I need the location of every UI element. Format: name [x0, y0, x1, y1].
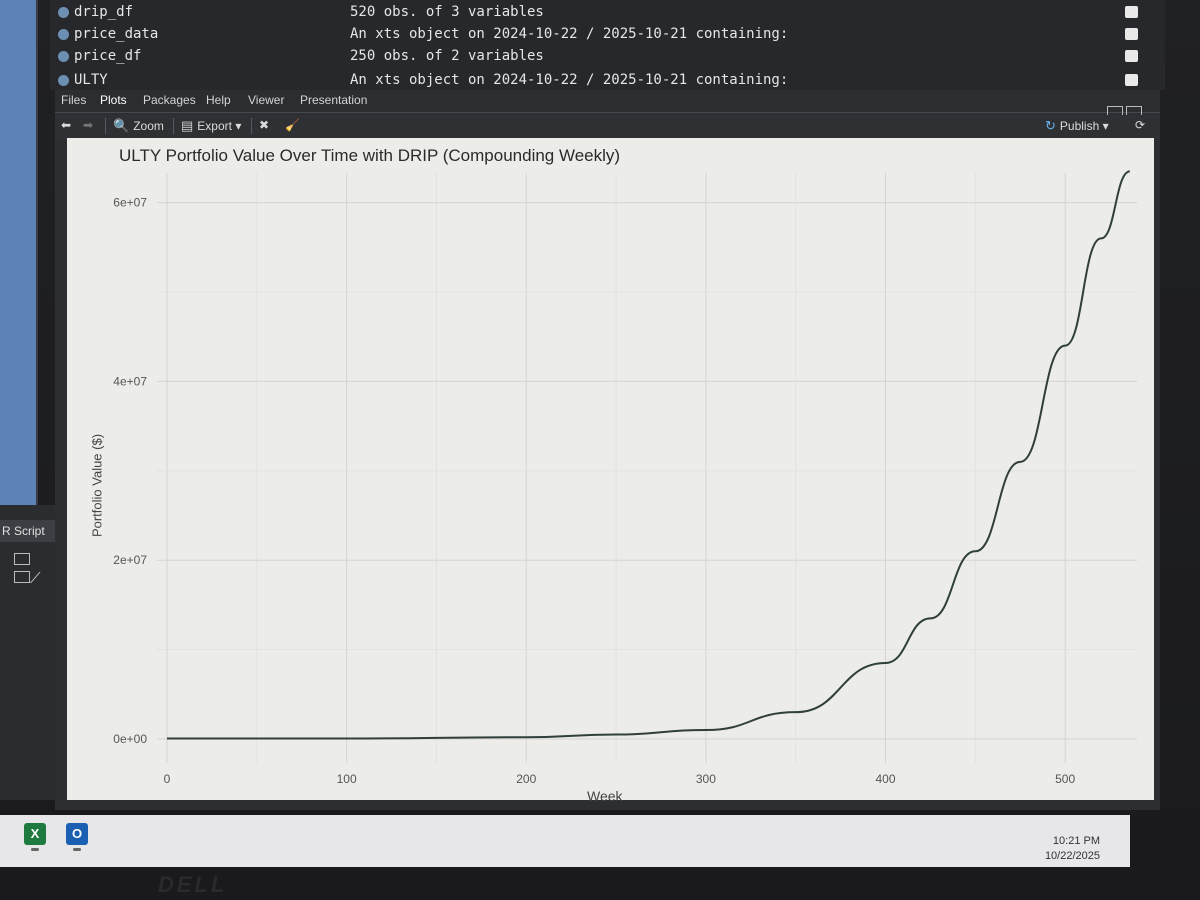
env-row[interactable]: ULTY An xts object on 2024-10-22 / 2025-… [50, 70, 1165, 90]
x-axis-label: Week [587, 788, 623, 804]
left-editor-pane [0, 0, 38, 505]
tab-help[interactable]: Help [206, 93, 231, 107]
broom-icon[interactable]: 🧹 [285, 118, 300, 132]
plots-pane: Files Plots Packages Help Viewer Present… [55, 90, 1160, 810]
y-tick-label: 6e+07 [113, 196, 147, 210]
magnifier-icon: 🔍 [113, 118, 130, 133]
expand-icon[interactable] [58, 7, 69, 18]
export-button[interactable]: ▤ Export ▾ [181, 118, 241, 134]
x-tick-label: 100 [337, 772, 357, 786]
y-tick-label: 0e+00 [113, 732, 147, 746]
line-chart: 0 100 200 300 400 500 0e+00 2e+07 4e+07 6e+07 [113, 170, 1137, 786]
expand-icon[interactable] [58, 75, 69, 86]
x-tick-label: 400 [876, 772, 896, 786]
grid-icon[interactable] [1125, 6, 1138, 18]
env-name: ULTY [74, 72, 108, 88]
x-tick-label: 500 [1055, 772, 1075, 786]
environment-pane: drip_df 520 obs. of 3 variables price_da… [50, 0, 1165, 90]
env-row[interactable]: drip_df 520 obs. of 3 variables [50, 2, 1165, 24]
maximize-icon[interactable] [14, 571, 30, 583]
tab-packages[interactable]: Packages [143, 93, 196, 107]
y-axis-label: Portfolio Value ($) [89, 433, 105, 538]
series-line [166, 170, 1131, 740]
tab-plots[interactable]: Plots [100, 93, 127, 107]
excel-icon[interactable]: X [24, 823, 46, 845]
forward-arrow-icon[interactable]: ➡ [83, 118, 93, 132]
clock-date[interactable]: 10/22/2025 [1045, 850, 1100, 862]
zoom-button[interactable]: 🔍 Zoom [113, 118, 164, 134]
env-name: price_df [74, 48, 142, 64]
x-tick-label: 200 [516, 772, 536, 786]
tab-viewer[interactable]: Viewer [248, 93, 284, 107]
taskbar: X O 10:21 PM 10/22/2025 [0, 815, 1130, 867]
remove-plot-icon[interactable]: ✖ [259, 118, 269, 132]
publish-label: Publish [1059, 119, 1100, 133]
plots-toolbar: ⬅ ➡ 🔍 Zoom ▤ Export ▾ ✖ 🧹 ↻ Publish ▾ ⟳ [55, 115, 1160, 139]
tab-files[interactable]: Files [61, 93, 86, 107]
brush-icon[interactable]: ⟋ [30, 570, 41, 587]
expand-icon[interactable] [58, 51, 69, 62]
left-window-buttons[interactable] [14, 552, 48, 583]
y-tick-label: 2e+07 [113, 553, 147, 567]
tab-presentation[interactable]: Presentation [300, 93, 367, 107]
expand-icon[interactable] [58, 29, 69, 40]
refresh-icon[interactable]: ⟳ [1135, 118, 1145, 132]
export-label: Export [197, 119, 232, 133]
env-name: drip_df [74, 4, 134, 20]
grid-icon[interactable] [1125, 74, 1138, 86]
grid-icon[interactable] [1125, 50, 1138, 62]
x-tick-label: 0 [164, 772, 171, 786]
clock-time[interactable]: 10:21 PM [1053, 835, 1100, 847]
pane-tab-bar: Files Plots Packages Help Viewer Present… [55, 90, 1160, 113]
publish-button[interactable]: ↻ Publish ▾ [1045, 118, 1109, 134]
publish-icon: ↻ [1045, 118, 1056, 133]
export-icon: ▤ [181, 118, 194, 133]
back-arrow-icon[interactable]: ⬅ [61, 118, 71, 132]
env-value: 250 obs. of 2 variables [350, 48, 544, 64]
env-value: An xts object on 2024-10-22 / 2025-10-21… [350, 72, 789, 88]
plot-canvas: 0 100 200 300 400 500 0e+00 2e+07 4e+07 6e+07 ULT… [67, 138, 1154, 804]
zoom-label: Zoom [133, 119, 164, 133]
y-tick-label: 4e+07 [113, 374, 147, 388]
r-script-label[interactable]: R Script [0, 520, 55, 542]
left-lower-pane [0, 505, 55, 800]
env-row[interactable]: price_data An xts object on 2024-10-22 /… [50, 24, 1165, 46]
chart-title: ULTY Portfolio Value Over Time with DRIP… [119, 146, 621, 165]
outlook-icon[interactable]: O [66, 823, 88, 845]
minimize-icon[interactable] [14, 553, 30, 565]
x-tick-label: 300 [696, 772, 716, 786]
grid-icon[interactable] [1125, 28, 1138, 40]
env-row[interactable]: price_df 250 obs. of 2 variables [50, 46, 1165, 68]
monitor-brand-logo: DELL [158, 872, 228, 897]
env-name: price_data [74, 26, 159, 42]
env-value: 520 obs. of 3 variables [350, 4, 544, 20]
env-value: An xts object on 2024-10-22 / 2025-10-21… [350, 26, 789, 42]
